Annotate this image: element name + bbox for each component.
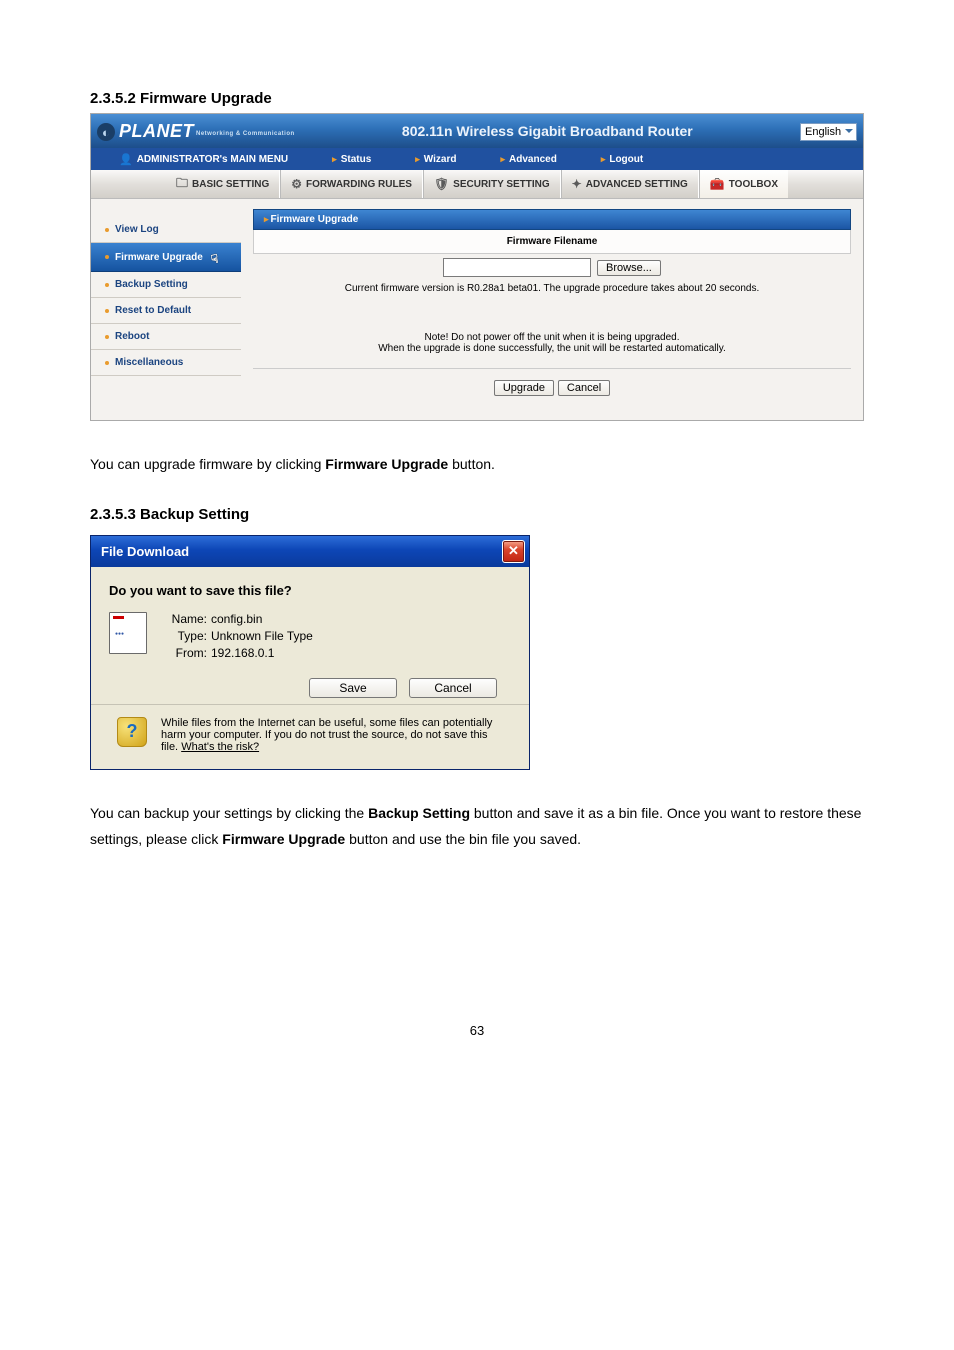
page-number: 63 [90, 1023, 864, 1038]
nav-status[interactable]: ▸Status [332, 154, 371, 165]
advanced-icon: ✦ [572, 177, 582, 191]
cursor-icon: ☟ [210, 251, 220, 266]
meta-from-value: 192.168.0.1 [211, 646, 313, 660]
admin-nav: 👤 ADMINISTRATOR's MAIN MENU ▸Status ▸Wiz… [91, 148, 863, 170]
router-screenshot: ◐ PLANET Networking & Communication 802.… [90, 113, 864, 421]
close-button[interactable]: ✕ [502, 540, 525, 563]
browse-button[interactable]: Browse... [597, 260, 661, 276]
meta-name-key: Name: [165, 612, 211, 626]
meta-type-value: Unknown File Type [211, 629, 313, 643]
meta-from-key: From: [165, 646, 211, 660]
sidebar-item-miscellaneous[interactable]: Miscellaneous [91, 350, 241, 376]
caret-icon: ▸ [264, 214, 269, 224]
paragraph-firmware: You can upgrade firmware by clicking Fir… [90, 451, 864, 478]
divider [91, 704, 529, 705]
note-line-2: When the upgrade is done successfully, t… [253, 343, 851, 354]
meta-type-key: Type: [165, 629, 211, 643]
tab-advanced-setting[interactable]: ✦ADVANCED SETTING [561, 170, 699, 198]
whats-the-risk-link[interactable]: What's the risk? [181, 741, 259, 753]
sidebar-item-backup-setting[interactable]: Backup Setting [91, 272, 241, 298]
section-heading: 2.3.5.2 Firmware Upgrade [90, 90, 864, 107]
sidebar: View Log Firmware Upgrade☟ Backup Settin… [91, 199, 241, 420]
sidebar-item-reset-default[interactable]: Reset to Default [91, 298, 241, 324]
nav-advanced[interactable]: ▸Advanced [500, 154, 556, 165]
firmware-filename-label: Firmware Filename [253, 230, 851, 254]
tab-basic-setting[interactable]: 🗀BASIC SETTING [166, 170, 280, 198]
shield-icon: ? [117, 717, 147, 747]
sidebar-item-view-log[interactable]: View Log [91, 217, 241, 243]
meta-name-value: config.bin [211, 612, 313, 626]
cancel-button[interactable]: Cancel [409, 678, 497, 698]
firmware-file-input[interactable] [443, 258, 591, 277]
router-title: 802.11n Wireless Gigabit Broadband Route… [295, 123, 800, 139]
tab-security-setting[interactable]: 🛡SECURITY SETTING [423, 170, 561, 198]
caret-icon: ▸ [415, 154, 420, 165]
bullet-icon [105, 361, 109, 365]
tab-toolbox[interactable]: 🧰TOOLBOX [699, 170, 788, 198]
note-line-1: Note! Do not power off the unit when it … [253, 332, 851, 343]
logo-text: PLANET [119, 121, 194, 142]
bullet-icon [105, 283, 109, 287]
cancel-button[interactable]: Cancel [558, 380, 610, 396]
bullet-icon [105, 228, 109, 232]
sub-nav: 🗀BASIC SETTING ⚙FORWARDING RULES 🛡SECURI… [91, 170, 863, 199]
folder-icon: 🗀 [176, 174, 188, 195]
dialog-question: Do you want to save this file? [109, 583, 511, 598]
dialog-titlebar: File Download ✕ [91, 536, 529, 567]
upgrade-button[interactable]: Upgrade [494, 380, 554, 396]
file-download-dialog: File Download ✕ Do you want to save this… [90, 535, 530, 770]
lock-icon: 🛡 [434, 177, 449, 191]
logo: ◐ PLANET Networking & Communication [97, 121, 295, 142]
close-icon: ✕ [508, 543, 519, 559]
nav-logout[interactable]: ▸Logout [601, 154, 643, 165]
tab-forwarding-rules[interactable]: ⚙FORWARDING RULES [280, 170, 423, 198]
admin-menu-title: 👤 ADMINISTRATOR's MAIN MENU [119, 153, 288, 166]
bullet-icon [105, 309, 109, 313]
caret-icon: ▸ [332, 154, 337, 165]
globe-icon: ◐ [97, 123, 115, 141]
paragraph-backup: You can backup your settings by clicking… [90, 800, 864, 853]
logo-subtitle: Networking & Communication [196, 131, 295, 137]
pane-title-bar: ▸Firmware Upgrade [253, 209, 851, 230]
router-top-bar: ◐ PLANET Networking & Communication 802.… [91, 114, 863, 148]
dialog-title-text: File Download [101, 544, 502, 559]
caret-icon: ▸ [500, 154, 505, 165]
main-pane: ▸Firmware Upgrade Firmware Filename Brow… [241, 199, 863, 420]
language-select[interactable]: English [800, 123, 857, 141]
file-icon [109, 612, 147, 654]
sidebar-item-reboot[interactable]: Reboot [91, 324, 241, 350]
toolbox-icon: 🧰 [710, 177, 725, 191]
sidebar-item-firmware-upgrade[interactable]: Firmware Upgrade☟ [91, 243, 241, 272]
upgrade-notes: Note! Do not power off the unit when it … [253, 296, 851, 354]
warning-text: While files from the Internet can be use… [161, 717, 507, 753]
person-icon: 👤 [119, 153, 133, 166]
file-metadata: Name: config.bin Type: Unknown File Type… [165, 612, 313, 660]
caret-icon: ▸ [601, 154, 606, 165]
firmware-status: Current firmware version is R0.28a1 beta… [253, 281, 851, 296]
save-button[interactable]: Save [309, 678, 397, 698]
settings-icon: ⚙ [291, 177, 302, 191]
nav-wizard[interactable]: ▸Wizard [415, 154, 456, 165]
bullet-icon [105, 255, 109, 259]
bullet-icon [105, 335, 109, 339]
section-heading: 2.3.5.3 Backup Setting [90, 506, 864, 523]
